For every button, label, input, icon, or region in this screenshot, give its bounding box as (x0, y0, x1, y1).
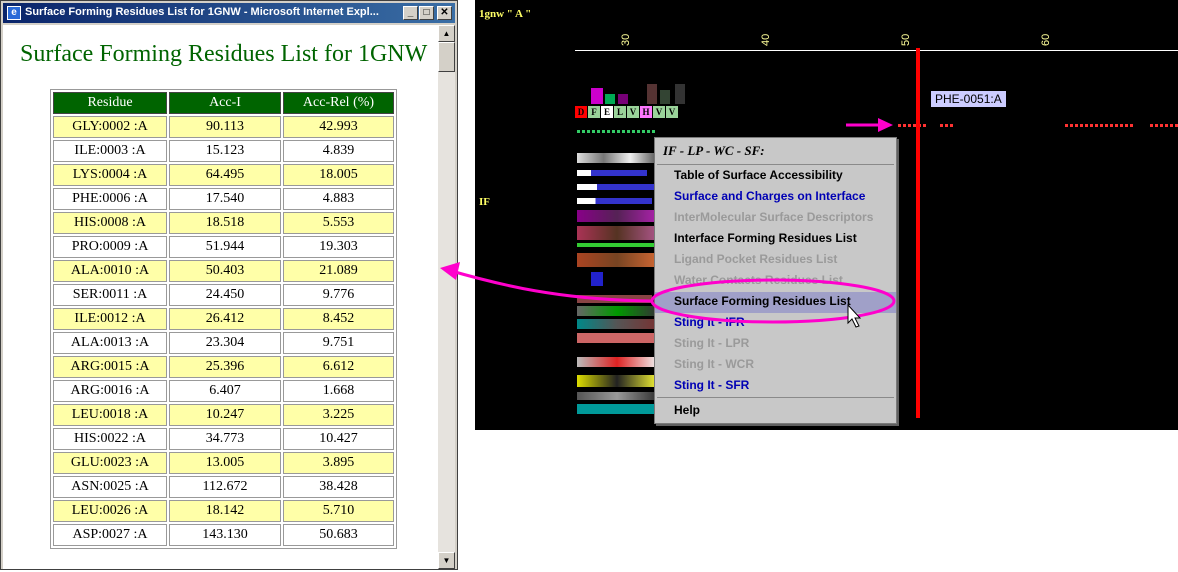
marker-arrow-head (878, 118, 893, 132)
arrow-head (440, 262, 460, 280)
annotation-overlay (440, 118, 896, 328)
annotation-arrow (447, 268, 653, 303)
mouse-cursor-icon (847, 303, 862, 328)
